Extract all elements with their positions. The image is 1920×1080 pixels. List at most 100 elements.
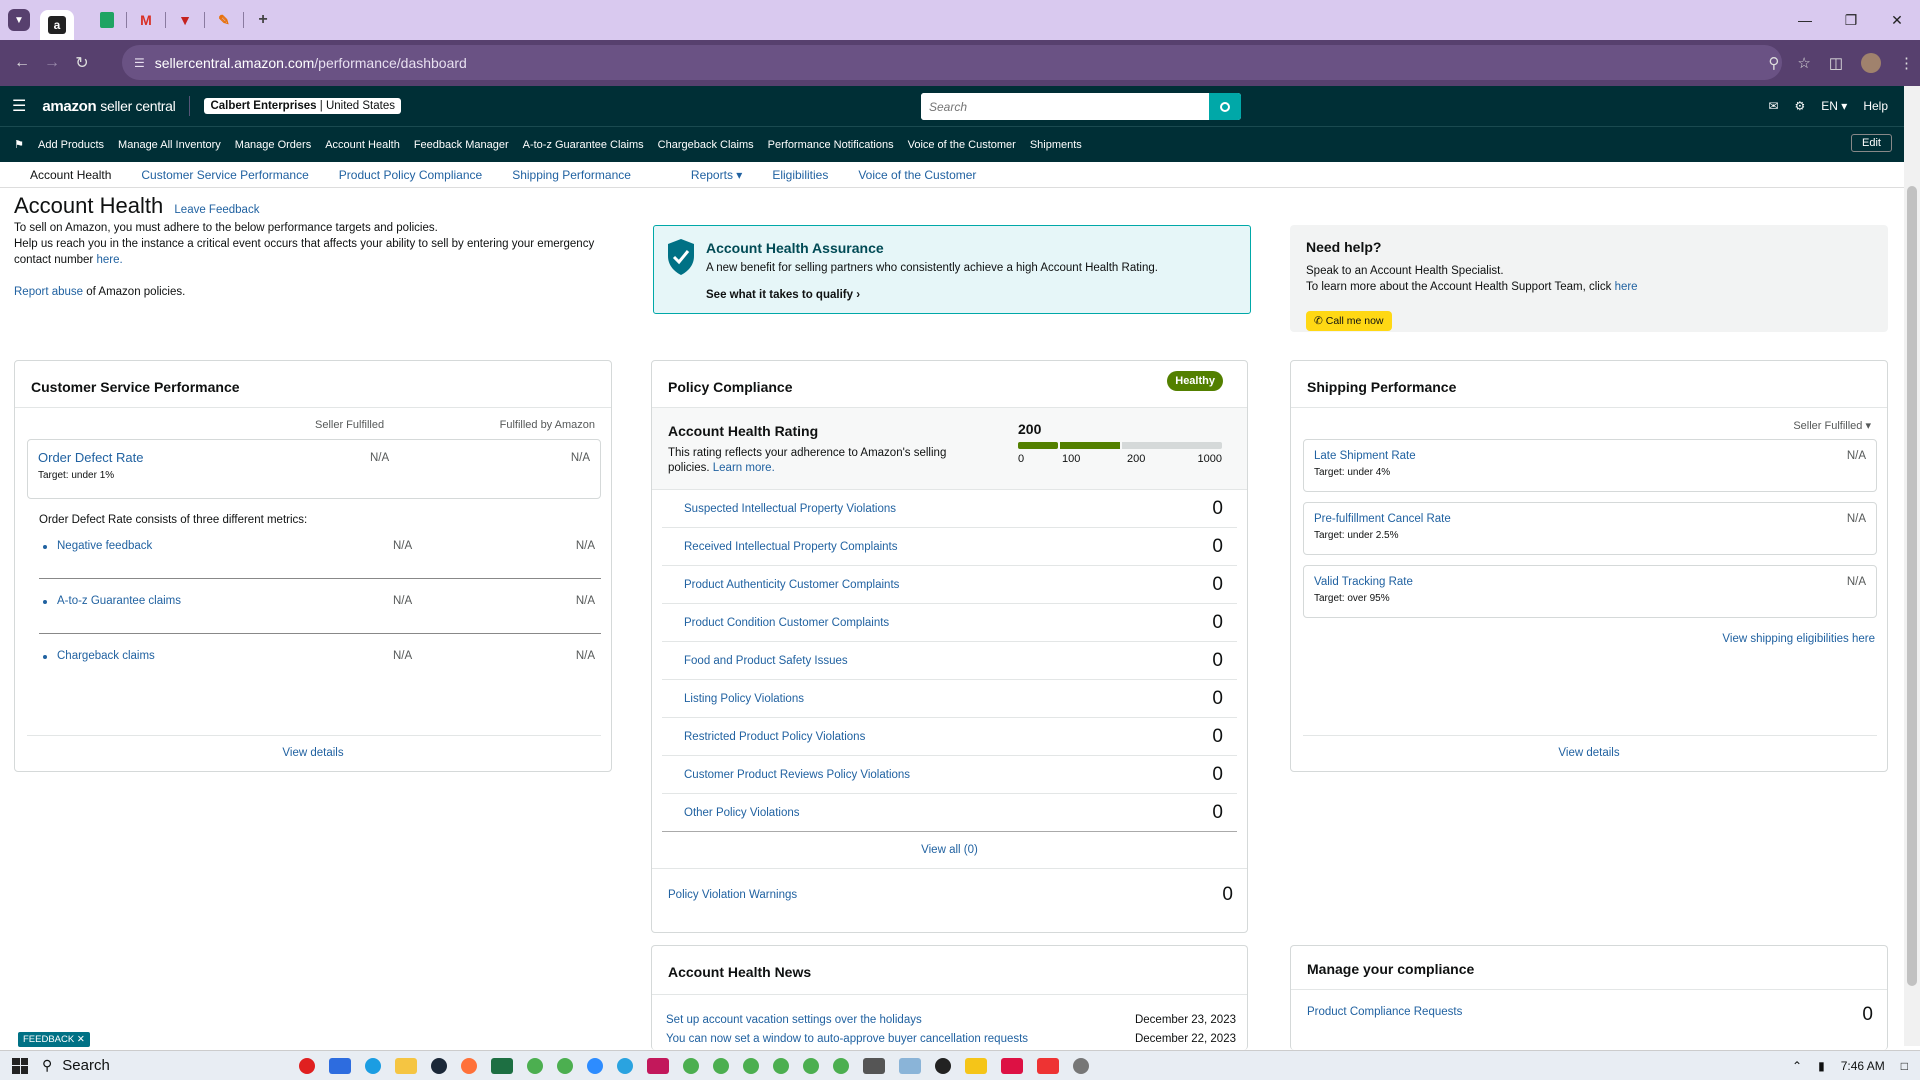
- account-switcher[interactable]: Calbert Enterprises | United States: [204, 98, 401, 114]
- firefox-icon[interactable]: [461, 1057, 477, 1074]
- subnav-voice-of-customer[interactable]: Voice of the Customer: [858, 168, 976, 182]
- report-abuse-link[interactable]: Report abuse: [14, 286, 83, 298]
- tab-amazon[interactable]: a: [40, 10, 74, 40]
- policy-row-link[interactable]: Customer Product Reviews Policy Violatio…: [678, 769, 910, 781]
- chrome-icon[interactable]: [743, 1057, 759, 1074]
- app-icon[interactable]: [1037, 1057, 1059, 1074]
- nav-manage-inventory[interactable]: Manage All Inventory: [118, 139, 221, 151]
- tab-app[interactable]: ✎: [207, 5, 241, 35]
- policy-row-link[interactable]: Food and Product Safety Issues: [678, 655, 848, 667]
- app-icon[interactable]: [647, 1057, 669, 1074]
- ahr-learn-more-link[interactable]: Learn more.: [713, 462, 775, 474]
- close-icon[interactable]: ✕: [1874, 0, 1920, 40]
- sidebar-icon[interactable]: ◫: [1829, 54, 1843, 72]
- chrome-icon[interactable]: [803, 1057, 819, 1074]
- negative-feedback-link[interactable]: Negative feedback: [57, 540, 152, 552]
- language-selector[interactable]: EN ▾: [1821, 99, 1847, 113]
- nav-performance-notifications[interactable]: Performance Notifications: [768, 139, 894, 151]
- calculator-icon[interactable]: [863, 1057, 885, 1074]
- minimize-icon[interactable]: —: [1782, 0, 1828, 40]
- subnav-customer-service[interactable]: Customer Service Performance: [141, 168, 308, 182]
- policy-row-link[interactable]: Received Intellectual Property Complaint…: [678, 541, 898, 553]
- policy-row-link[interactable]: Other Policy Violations: [678, 807, 799, 819]
- shipping-metric-link[interactable]: Valid Tracking Rate: [1314, 576, 1413, 588]
- clock[interactable]: 7:46 AM: [1841, 1059, 1885, 1073]
- close-icon[interactable]: ✕: [77, 1034, 85, 1045]
- emergency-contact-link[interactable]: here.: [96, 254, 122, 266]
- bookmark-icon[interactable]: ⚑: [0, 138, 38, 151]
- mail-icon[interactable]: ✉: [1768, 99, 1778, 113]
- shipping-metric-link[interactable]: Pre-fulfillment Cancel Rate: [1314, 513, 1451, 525]
- news-item-link[interactable]: Set up account vacation settings over th…: [666, 1014, 922, 1026]
- policy-row-link[interactable]: Listing Policy Violations: [678, 693, 804, 705]
- tray-chevron-up-icon[interactable]: ⌃: [1792, 1059, 1802, 1073]
- nav-manage-orders[interactable]: Manage Orders: [235, 139, 311, 151]
- notifications-icon[interactable]: □: [1901, 1059, 1908, 1073]
- subnav-reports[interactable]: Reports ▾: [661, 168, 742, 182]
- back-icon[interactable]: ←: [7, 54, 37, 72]
- reload-icon[interactable]: ↻: [67, 53, 97, 73]
- support-team-link[interactable]: here: [1615, 281, 1638, 293]
- search-button[interactable]: [1209, 93, 1241, 120]
- order-defect-rate-link[interactable]: Order Defect Rate: [38, 450, 144, 465]
- tab-gmail[interactable]: M: [129, 5, 163, 35]
- leave-feedback-link[interactable]: Leave Feedback: [174, 204, 259, 216]
- nav-feedback-manager[interactable]: Feedback Manager: [414, 139, 509, 151]
- zoom-icon[interactable]: [587, 1057, 603, 1074]
- subnav-account-health[interactable]: Account Health: [30, 168, 111, 182]
- restore-icon[interactable]: ❐: [1828, 0, 1874, 40]
- a-to-z-claims-link[interactable]: A-to-z Guarantee claims: [57, 595, 181, 607]
- subnav-product-policy[interactable]: Product Policy Compliance: [339, 168, 482, 182]
- tab-shield[interactable]: ▼: [168, 5, 202, 35]
- subnav-eligibilities[interactable]: Eligibilities: [772, 168, 828, 182]
- nav-voice-of-customer[interactable]: Voice of the Customer: [908, 139, 1016, 151]
- settings-gear-icon[interactable]: [1073, 1057, 1089, 1074]
- profile-avatar[interactable]: [1861, 53, 1881, 73]
- seller-central-logo[interactable]: amazon seller central: [42, 98, 175, 115]
- nav-a-to-z-claims[interactable]: A-to-z Guarantee Claims: [523, 139, 644, 151]
- windows-start-icon[interactable]: [12, 1057, 28, 1074]
- telegram-icon[interactable]: [617, 1057, 633, 1074]
- search-input[interactable]: [921, 93, 1209, 120]
- app-icon[interactable]: [935, 1057, 951, 1074]
- chrome-icon[interactable]: [773, 1057, 789, 1074]
- shipping-view-details-link[interactable]: View details: [1291, 747, 1887, 759]
- fulfillment-dropdown[interactable]: Seller Fulfilled ▾: [1793, 419, 1871, 432]
- battery-icon[interactable]: ▮: [1818, 1059, 1825, 1073]
- shipping-metric-link[interactable]: Late Shipment Rate: [1314, 450, 1416, 462]
- tab-sheets[interactable]: [90, 5, 124, 35]
- chargeback-claims-link[interactable]: Chargeback claims: [57, 650, 155, 662]
- scrollbar-thumb[interactable]: [1907, 186, 1917, 986]
- hamburger-menu-icon[interactable]: ☰: [12, 96, 26, 116]
- steam-icon[interactable]: [431, 1057, 447, 1074]
- chrome-icon[interactable]: [833, 1057, 849, 1074]
- policy-row-link[interactable]: Product Authenticity Customer Complaints: [678, 579, 899, 591]
- help-link[interactable]: Help: [1863, 99, 1888, 113]
- edge-icon[interactable]: [365, 1057, 381, 1074]
- url-field[interactable]: ☰ sellercentral.amazon.com/performance/d…: [122, 45, 1782, 80]
- policy-row-link[interactable]: Restricted Product Policy Violations: [678, 731, 865, 743]
- chrome-icon[interactable]: [713, 1057, 729, 1074]
- zoom-icon[interactable]: ⚲: [1768, 54, 1779, 72]
- new-tab-button[interactable]: +: [246, 5, 280, 35]
- nav-shipments[interactable]: Shipments: [1030, 139, 1082, 151]
- excel-icon[interactable]: [491, 1057, 513, 1074]
- record-app-icon[interactable]: [299, 1057, 315, 1074]
- tab-list-chevron-icon[interactable]: ▼: [8, 9, 30, 31]
- nav-chargeback-claims[interactable]: Chargeback Claims: [658, 139, 754, 151]
- policy-view-all-link[interactable]: View all (0): [652, 844, 1247, 856]
- news-item-link[interactable]: You can now set a window to auto-approve…: [666, 1033, 1028, 1045]
- feedback-tab[interactable]: FEEDBACK ✕: [18, 1032, 90, 1047]
- edit-nav-button[interactable]: Edit: [1851, 134, 1892, 152]
- nav-account-health[interactable]: Account Health: [325, 139, 400, 151]
- app-icon[interactable]: [329, 1057, 351, 1074]
- policy-warnings-link[interactable]: Policy Violation Warnings: [668, 889, 797, 901]
- notepad-icon[interactable]: [899, 1057, 921, 1074]
- site-info-icon[interactable]: ☰: [134, 56, 145, 70]
- policy-row-link[interactable]: Product Condition Customer Complaints: [678, 617, 889, 629]
- page-scrollbar[interactable]: [1904, 86, 1920, 1046]
- chrome-icon[interactable]: [527, 1057, 543, 1074]
- nav-add-products[interactable]: Add Products: [38, 139, 104, 151]
- settings-gear-icon[interactable]: ⚙: [1795, 99, 1806, 113]
- sticky-notes-icon[interactable]: [965, 1057, 987, 1074]
